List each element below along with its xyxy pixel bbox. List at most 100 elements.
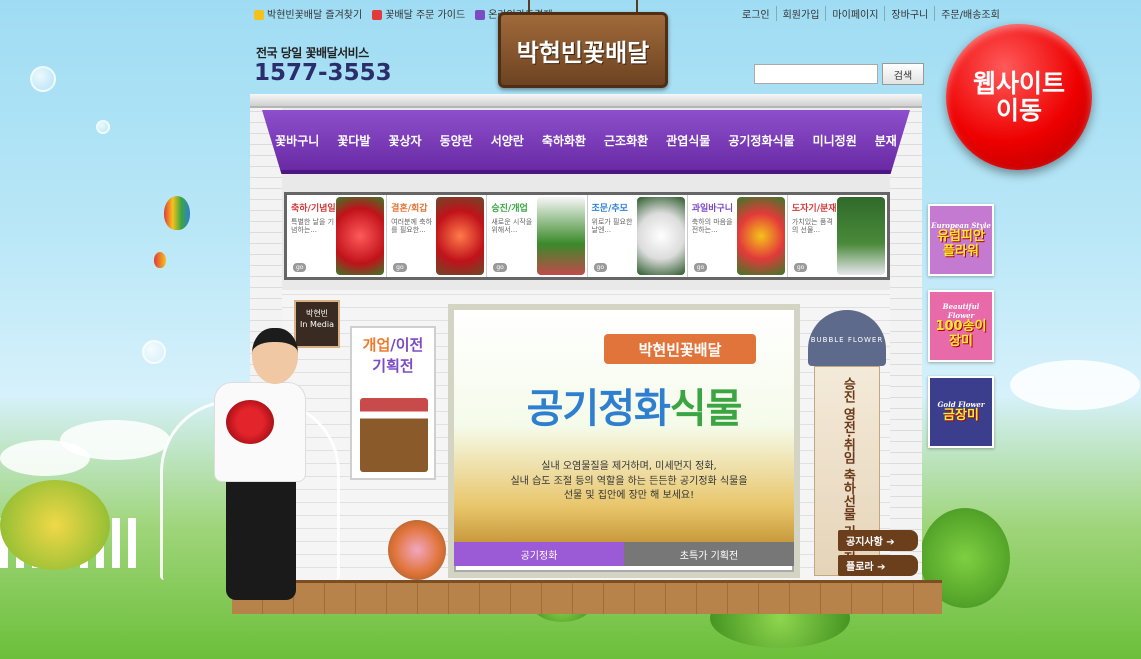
nav-item-bouquet[interactable]: 꽃다발 — [328, 132, 379, 149]
main-title-part-b: 식물 — [669, 386, 743, 432]
nav-item-foliage-plant[interactable]: 관엽식물 — [657, 132, 719, 149]
category-desc: 축하의 마음을 전하는... — [691, 218, 733, 235]
store-roof — [250, 94, 922, 108]
tagline: 전국 당일 꽃배달서비스 — [256, 46, 369, 60]
flower-image — [336, 197, 385, 275]
nav-item-flower-box[interactable]: 꽃상자 — [379, 132, 430, 149]
store-wall-right — [890, 108, 922, 584]
bookmark-link[interactable]: 박현빈꽃배달 즐겨찾기 — [254, 6, 362, 21]
main-banner-title: 공기정화식물 — [484, 376, 784, 434]
search-input[interactable] — [754, 64, 878, 84]
main-banner-image: 박현빈꽃배달 공기정화식물 실내 오염물질을 제거하며, 미세먼지 정화, 실내… — [454, 310, 794, 542]
category-desc: 새로운 시작을 위해서... — [491, 218, 533, 235]
media-sign-label: In Media — [300, 320, 334, 330]
desc-line: 실내 오염물질을 제거하며, 미세먼지 정화, — [541, 461, 717, 472]
bubble-flower-label: BUBBLE FLOWER — [808, 310, 886, 366]
go-button[interactable]: go — [393, 263, 407, 272]
side-ad-title: 100송이 장미 — [935, 319, 987, 349]
fruit-basket-image — [736, 197, 785, 275]
category-promotion[interactable]: 승진/개업 새로운 시작을 위해서... go — [487, 195, 588, 277]
tree — [0, 480, 110, 570]
main-nav: 꽃바구니 꽃다발 꽃상자 동양란 서양란 축하화환 근조화환 관엽식물 공기정화… — [266, 132, 906, 149]
category-desc: 여러분께 축하를 필요한... — [391, 218, 433, 235]
category-condolence[interactable]: 조문/추모 위로가 필요한 날엔... go — [588, 195, 688, 277]
category-celebration[interactable]: 축하/기념일 특별한 날을 기념하는... go — [287, 195, 388, 277]
star-icon — [254, 10, 264, 20]
search-button[interactable]: 검색 — [882, 63, 924, 85]
side-ad-title: 유럽피안 플라워 — [937, 228, 985, 259]
decorative-bubble — [96, 120, 110, 134]
hot-air-balloon-icon — [154, 252, 166, 268]
opening-relocation-poster[interactable]: 개업/이전 기획전 — [350, 326, 436, 480]
nav-item-mini-garden[interactable]: 미니정원 — [804, 132, 866, 149]
main-banner-tabs: 공기정화 초특가 기획전 — [454, 542, 794, 566]
notice-link[interactable]: 공지사항 ➔ — [838, 530, 918, 551]
phone-number: 1577-3553 — [254, 60, 392, 86]
main-banner-description: 실내 오염물질을 제거하며, 미세먼지 정화, 실내 습도 조절 등의 역할을 … — [474, 460, 784, 504]
nav-item-congrats-wreath[interactable]: 축하화환 — [533, 132, 595, 149]
website-move-button[interactable]: 웹사이트 이동 — [946, 24, 1092, 170]
site-logo[interactable]: 박현빈꽃배달 — [498, 12, 668, 88]
category-pottery-bonsai[interactable]: 도자기/분재 가치있는 품격의 선물... go — [788, 195, 887, 277]
order-tracking-link[interactable]: 주문/배송조회 — [934, 6, 1006, 21]
poster-title-b: 이전 — [395, 336, 424, 354]
category-banner-strip: 축하/기념일 특별한 날을 기념하는... go 결혼/회갑 여러분께 축하를 … — [284, 192, 890, 280]
nav-item-western-orchid[interactable]: 서양란 — [482, 132, 533, 149]
poster-title-a: 개업 — [362, 336, 391, 354]
tab-air-purifying[interactable]: 공기정화 — [454, 542, 624, 566]
question-icon — [372, 10, 383, 20]
flower-basket-decor — [388, 520, 446, 580]
side-ad-gold-rose[interactable]: Gold Flower 금장미 — [928, 376, 994, 448]
person-legs — [226, 470, 296, 600]
category-wedding[interactable]: 결혼/회갑 여러분께 축하를 필요한... go — [387, 195, 488, 277]
tab-special-sale[interactable]: 초특가 기획전 — [624, 542, 794, 566]
go-button[interactable]: go — [293, 263, 307, 272]
category-desc: 특별한 날을 기념하는... — [291, 218, 335, 235]
media-sign-name: 박현빈 — [305, 309, 329, 318]
cloud — [0, 440, 90, 476]
mypage-link[interactable]: 마이페이지 — [825, 6, 884, 21]
cart-link[interactable]: 장바구니 — [884, 6, 934, 21]
hot-air-balloon-icon — [164, 196, 190, 230]
desc-line: 선물 및 집안에 장만 해 보세요! — [563, 490, 695, 501]
go-button[interactable]: go — [793, 263, 808, 272]
flora-link[interactable]: 플로라 ➔ — [838, 555, 918, 576]
category-desc: 위로가 필요한 날엔... — [591, 218, 633, 235]
rose-bouquet — [226, 400, 274, 444]
main-banner[interactable]: 박현빈꽃배달 공기정화식물 실내 오염물질을 제거하며, 미세먼지 정화, 실내… — [448, 304, 800, 578]
order-guide-link[interactable]: 꽃배달 주문 가이드 — [372, 6, 465, 21]
signpost: 공지사항 ➔ 플로라 ➔ — [838, 530, 918, 580]
website-move-label-2: 이동 — [995, 96, 1042, 125]
bonsai-image — [837, 197, 886, 275]
side-ad-subtitle: Beautiful Flower — [942, 302, 980, 321]
card-icon — [475, 10, 486, 20]
side-ad-title: 금장미 — [943, 408, 979, 424]
login-link[interactable]: 로그인 — [736, 6, 776, 21]
side-ad-100-roses[interactable]: Beautiful Flower 100송이 장미 — [928, 290, 994, 362]
website-move-label-1: 웹사이트 — [972, 68, 1065, 98]
main-title-part-a: 공기정화 — [526, 386, 671, 432]
funeral-wreath-image — [636, 197, 685, 275]
go-button[interactable]: go — [493, 263, 507, 272]
person-head — [252, 328, 298, 384]
cloud — [1010, 360, 1140, 410]
in-media-sign[interactable]: 박현빈 In Media — [294, 300, 340, 348]
nav-item-funeral-wreath[interactable]: 근조화환 — [595, 132, 657, 149]
nav-item-flower-basket[interactable]: 꽃바구니 — [266, 132, 328, 149]
go-button[interactable]: go — [693, 263, 708, 272]
signup-link[interactable]: 회원가입 — [775, 6, 826, 21]
poster-title: 개업/이전 — [352, 334, 434, 355]
decorative-bubble — [30, 66, 56, 92]
main-banner-brand: 박현빈꽃배달 — [604, 334, 756, 364]
decorative-bubble — [142, 340, 166, 364]
desc-line: 실내 습도 조절 등의 역할을 하는 든든한 공기정화 식물을 — [510, 475, 748, 487]
nav-item-air-purifying-plant[interactable]: 공기정화식물 — [719, 132, 803, 149]
category-fruit-basket[interactable]: 과일바구니 축하의 마음을 전하는... go — [688, 195, 788, 277]
flower-stall-image — [360, 398, 428, 472]
side-ad-european[interactable]: European Style 유럽피안 플라워 — [928, 204, 994, 276]
main-nav-awning: 꽃바구니 꽃다발 꽃상자 동양란 서양란 축하화환 근조화환 관엽식물 공기정화… — [262, 110, 910, 174]
nav-item-oriental-orchid[interactable]: 동양란 — [431, 132, 482, 149]
utility-links-right: 로그인 회원가입 마이페이지 장바구니 주문/배송조회 — [736, 6, 1006, 21]
go-button[interactable]: go — [593, 263, 607, 272]
orchid-image — [536, 197, 585, 275]
